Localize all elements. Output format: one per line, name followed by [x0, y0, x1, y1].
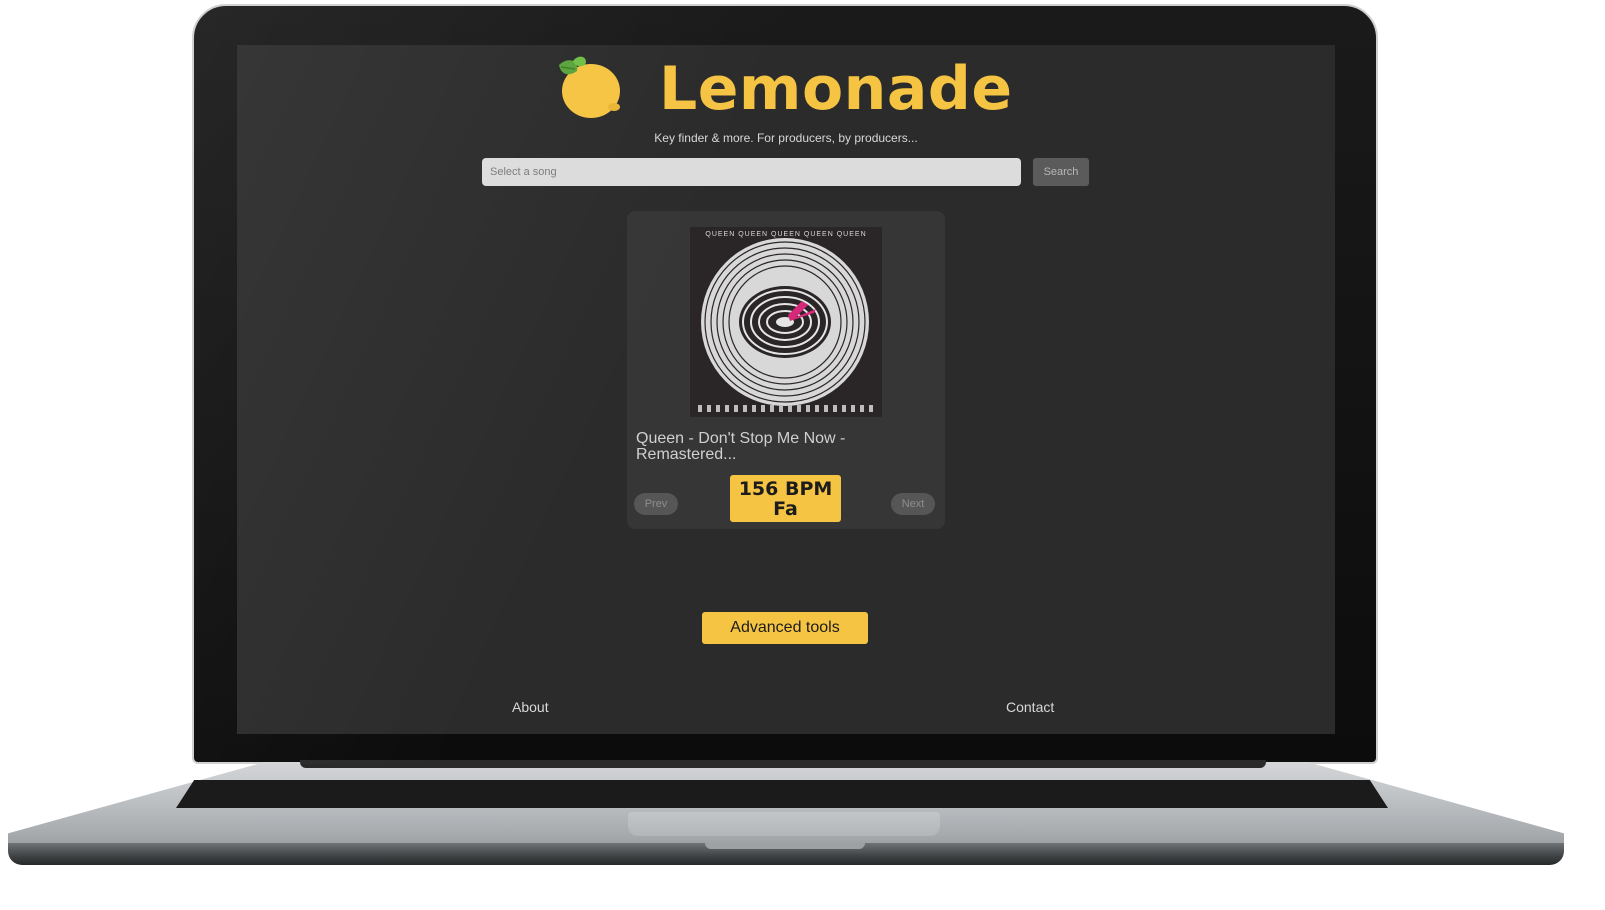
laptop-trackpad: [628, 812, 940, 836]
key-value: Fa: [773, 497, 798, 520]
app-screen: Lemonade Key finder & more. For producer…: [237, 45, 1335, 734]
advanced-tools-button[interactable]: Advanced tools: [702, 612, 868, 644]
lemon-logo-icon: [559, 56, 620, 118]
laptop-keyboard: [176, 780, 1388, 808]
album-cover-text: QUEEN QUEEN QUEEN QUEEN QUEEN: [705, 231, 866, 238]
next-button[interactable]: Next: [891, 493, 935, 515]
song-search-input[interactable]: [482, 158, 1021, 186]
bpm-value: 156 BPM: [738, 477, 833, 500]
search-button[interactable]: Search: [1033, 158, 1089, 186]
laptop-hinge: [300, 760, 1266, 768]
brand-title: Lemonade: [659, 54, 1013, 124]
song-title: Queen - Don't Stop Me Now - Remastered..…: [636, 430, 846, 463]
bpm-key-badge: 156 BPM Fa: [730, 475, 841, 522]
laptop-notch: [705, 843, 865, 849]
album-cover: QUEEN QUEEN QUEEN QUEEN QUEEN: [690, 227, 882, 417]
footer-about-link[interactable]: About: [512, 699, 549, 715]
album-art-image: QUEEN QUEEN QUEEN QUEEN QUEEN: [690, 227, 882, 417]
footer-contact-link[interactable]: Contact: [1006, 699, 1054, 715]
tagline: Key finder & more. For producers, by pro…: [654, 131, 918, 145]
result-card: QUEEN QUEEN QUEEN QUEEN QUEEN Queen - Do…: [627, 211, 945, 529]
prev-button[interactable]: Prev: [634, 493, 678, 515]
